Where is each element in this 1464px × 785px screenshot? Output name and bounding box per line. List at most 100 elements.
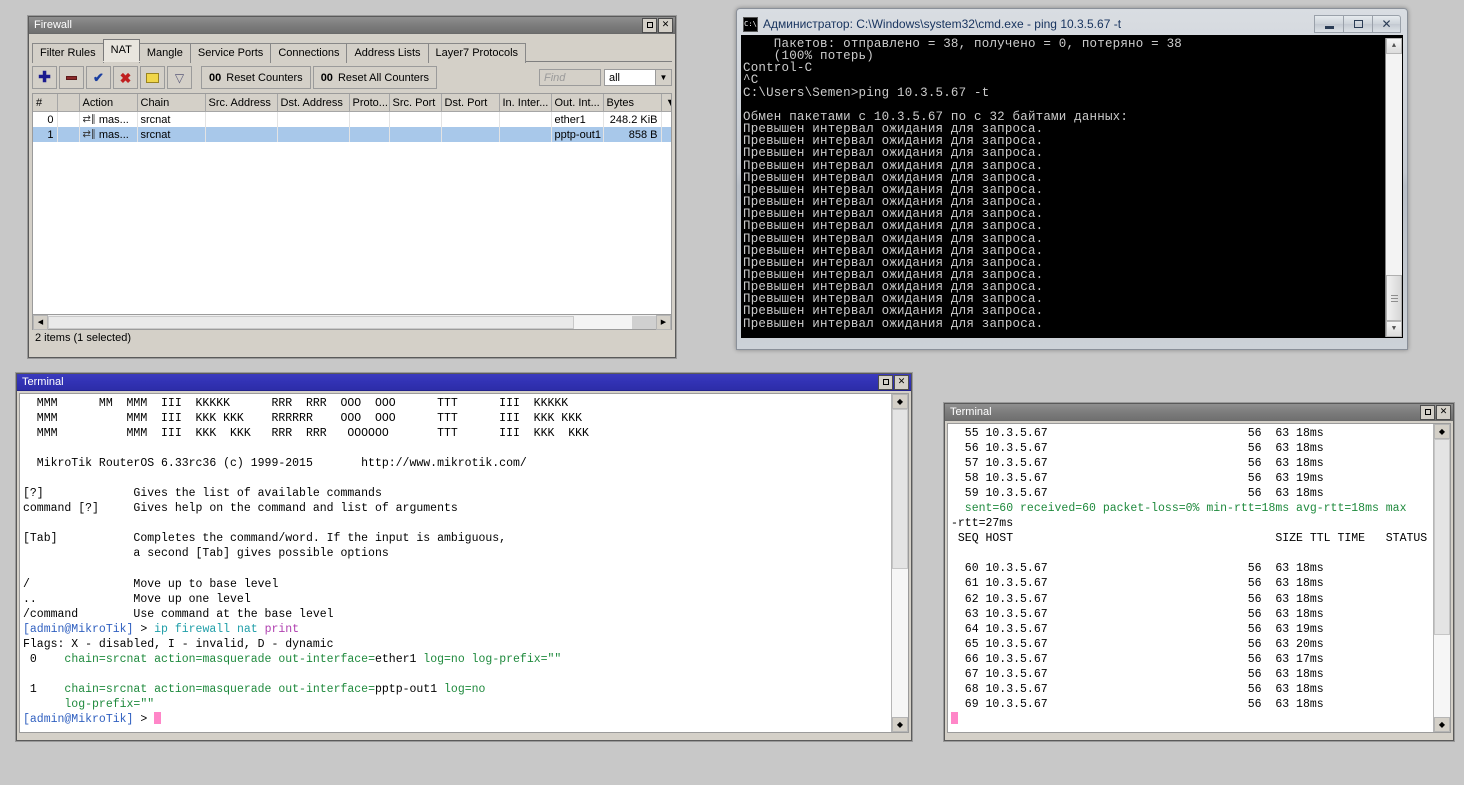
tab-address-lists[interactable]: Address Lists	[346, 43, 429, 63]
tab-connections[interactable]: Connections	[270, 43, 348, 63]
prompt-user: [admin@MikroTik]	[23, 622, 134, 636]
ping-summary: sent=60 received=60 packet-loss=0% min-r…	[951, 502, 1407, 516]
col-menu[interactable]: ▼	[661, 94, 671, 112]
scroll-right-icon[interactable]: ▶	[656, 314, 671, 330]
firewall-window[interactable]: Firewall ✕ Filter Rules NAT Mangle Servi…	[28, 16, 676, 358]
cell-spacer	[661, 111, 671, 127]
minus-icon	[66, 75, 77, 80]
col-in-interface[interactable]: In. Inter...	[499, 94, 552, 112]
scroll-up-icon[interactable]: ▲	[1386, 38, 1402, 54]
terminal-right-area[interactable]: 55 10.3.5.67 56 63 18ms 56 10.3.5.67 56 …	[947, 423, 1451, 733]
add-button[interactable]: ✚	[32, 66, 57, 89]
terminal-left-titlebar[interactable]: Terminal ✕	[17, 374, 911, 391]
cell-num: 0	[33, 111, 58, 127]
col-action[interactable]: Action	[79, 94, 138, 112]
maximize-icon[interactable]	[1420, 404, 1435, 420]
scroll-track[interactable]	[48, 315, 632, 329]
cell-proto	[349, 127, 390, 142]
close-icon[interactable]: ✕	[1372, 15, 1401, 33]
terminal-left-area[interactable]: MMM MM MMM III KKKKK RRR RRR OOO OOO TTT…	[19, 393, 909, 733]
close-icon[interactable]: ✕	[1436, 404, 1451, 420]
rule-1-num: 1	[23, 682, 37, 696]
ping-summary-wrap: -rtt=27ms	[951, 517, 1014, 531]
enable-button[interactable]: ✔	[86, 66, 111, 89]
cell-spacer	[661, 127, 671, 142]
terminal-left-window[interactable]: Terminal ✕ MMM MM MMM III KKKKK RRR RRR …	[16, 373, 912, 741]
reset-counters-label: Reset Counters	[226, 71, 303, 84]
terminal-right-titlebar[interactable]: Terminal ✕	[945, 404, 1453, 421]
minimize-icon[interactable]	[1314, 15, 1343, 33]
scroll-down-icon[interactable]: ◆	[1434, 717, 1450, 732]
tab-mangle[interactable]: Mangle	[138, 43, 191, 63]
scroll-down-icon[interactable]: ◆	[892, 717, 908, 732]
cmd-window[interactable]: C:\ Администратор: C:\Windows\system32\c…	[736, 8, 1408, 350]
command-path: ip firewall nat	[154, 622, 265, 636]
masquerade-icon: ⇄∥	[82, 114, 96, 125]
col-chain[interactable]: Chain	[137, 94, 206, 112]
col-src-address[interactable]: Src. Address	[205, 94, 278, 112]
scroll-up-icon[interactable]: ◆	[892, 394, 908, 409]
scroll-up-icon[interactable]: ◆	[1434, 424, 1450, 439]
tab-filter-rules[interactable]: Filter Rules	[32, 43, 104, 63]
reset-all-counters-button[interactable]: 00 Reset All Counters	[312, 66, 438, 89]
horizontal-scrollbar[interactable]: ◀ ▶	[32, 314, 672, 330]
folder-icon	[146, 72, 159, 83]
table-row[interactable]: 0 ⇄∥ mas... srcnat ether1 248.2 KiB	[33, 111, 671, 127]
remove-button[interactable]	[59, 66, 84, 89]
cmd-scroll-thumb[interactable]	[1386, 275, 1402, 321]
cell-chain: srcnat	[137, 111, 206, 127]
cmd-scrollbar[interactable]: ▲ ▼	[1385, 38, 1402, 337]
firewall-titlebar[interactable]: Firewall ✕	[29, 17, 675, 34]
col-flag[interactable]	[57, 94, 80, 112]
scroll-thumb[interactable]	[48, 315, 574, 329]
scroll-down-icon[interactable]: ▼	[1386, 321, 1402, 337]
firewall-statusbar: 2 items (1 selected)	[32, 330, 672, 346]
cmd-console-text: Пакетов: отправлено = 38, получено = 0, …	[743, 38, 1182, 331]
cmd-titlebar[interactable]: C:\ Администратор: C:\Windows\system32\c…	[741, 13, 1403, 35]
cmd-console[interactable]: Пакетов: отправлено = 38, получено = 0, …	[741, 35, 1403, 338]
cell-bytes: 248.2 KiB	[603, 111, 662, 127]
filter-select[interactable]: all ▼	[604, 69, 672, 86]
maximize-icon[interactable]	[642, 17, 657, 33]
col-src-port[interactable]: Src. Port	[389, 94, 442, 112]
table-row[interactable]: 1 ⇄∥ mas... srcnat pptp-out1 858 B	[33, 127, 671, 142]
terminal-left-scroll-thumb[interactable]	[892, 409, 908, 569]
col-bytes[interactable]: Bytes	[603, 94, 662, 112]
terminal-left-scroll-track[interactable]	[892, 409, 908, 717]
find-input[interactable]: Find	[539, 69, 601, 86]
close-icon[interactable]: ✕	[658, 17, 673, 33]
cmd-scroll-track[interactable]	[1386, 54, 1402, 321]
nat-rules-grid[interactable]: # Action Chain Src. Address Dst. Address…	[32, 93, 672, 315]
terminal-right-scroll-thumb[interactable]	[1434, 439, 1450, 635]
terminal-right-scroll-track[interactable]	[1434, 439, 1450, 717]
tab-nat[interactable]: NAT	[102, 39, 140, 61]
tab-layer7-protocols[interactable]: Layer7 Protocols	[427, 43, 527, 63]
col-num[interactable]: #	[33, 94, 58, 112]
plus-icon: ✚	[38, 68, 51, 86]
prompt-user-2: [admin@MikroTik]	[23, 712, 134, 726]
maximize-icon[interactable]	[878, 374, 893, 390]
col-dst-address[interactable]: Dst. Address	[277, 94, 350, 112]
chevron-down-icon[interactable]: ▼	[655, 70, 671, 85]
terminal-left-scrollbar[interactable]: ◆ ◆	[891, 394, 908, 732]
filter-button[interactable]: ▽	[167, 66, 192, 89]
reset-counters-button[interactable]: 00 Reset Counters	[201, 66, 311, 89]
cell-num: 1	[33, 127, 58, 142]
col-dst-port[interactable]: Dst. Port	[441, 94, 500, 112]
tab-service-ports[interactable]: Service Ports	[189, 43, 272, 63]
disable-button[interactable]: ✖	[113, 66, 138, 89]
terminal-right-text: 55 10.3.5.67 56 63 18ms 56 10.3.5.67 56 …	[948, 424, 1433, 732]
col-out-interface[interactable]: Out. Int...	[551, 94, 604, 112]
maximize-icon[interactable]	[1343, 15, 1372, 33]
scroll-left-icon[interactable]: ◀	[33, 314, 48, 330]
cell-proto	[349, 111, 390, 127]
terminal-right-window[interactable]: Terminal ✕ 55 10.3.5.67 56 63 18ms 56 10…	[944, 403, 1454, 741]
command-verb: print	[264, 622, 300, 636]
comment-button[interactable]	[140, 66, 165, 89]
col-proto[interactable]: Proto...	[349, 94, 390, 112]
terminal-right-scrollbar[interactable]: ◆ ◆	[1433, 424, 1450, 732]
close-icon[interactable]: ✕	[894, 374, 909, 390]
scroll-grip-icon	[1390, 294, 1398, 302]
rule-0-value: ether1	[374, 652, 417, 666]
rule-0-body: chain=srcnat action=masquerade out-inter…	[64, 652, 375, 666]
